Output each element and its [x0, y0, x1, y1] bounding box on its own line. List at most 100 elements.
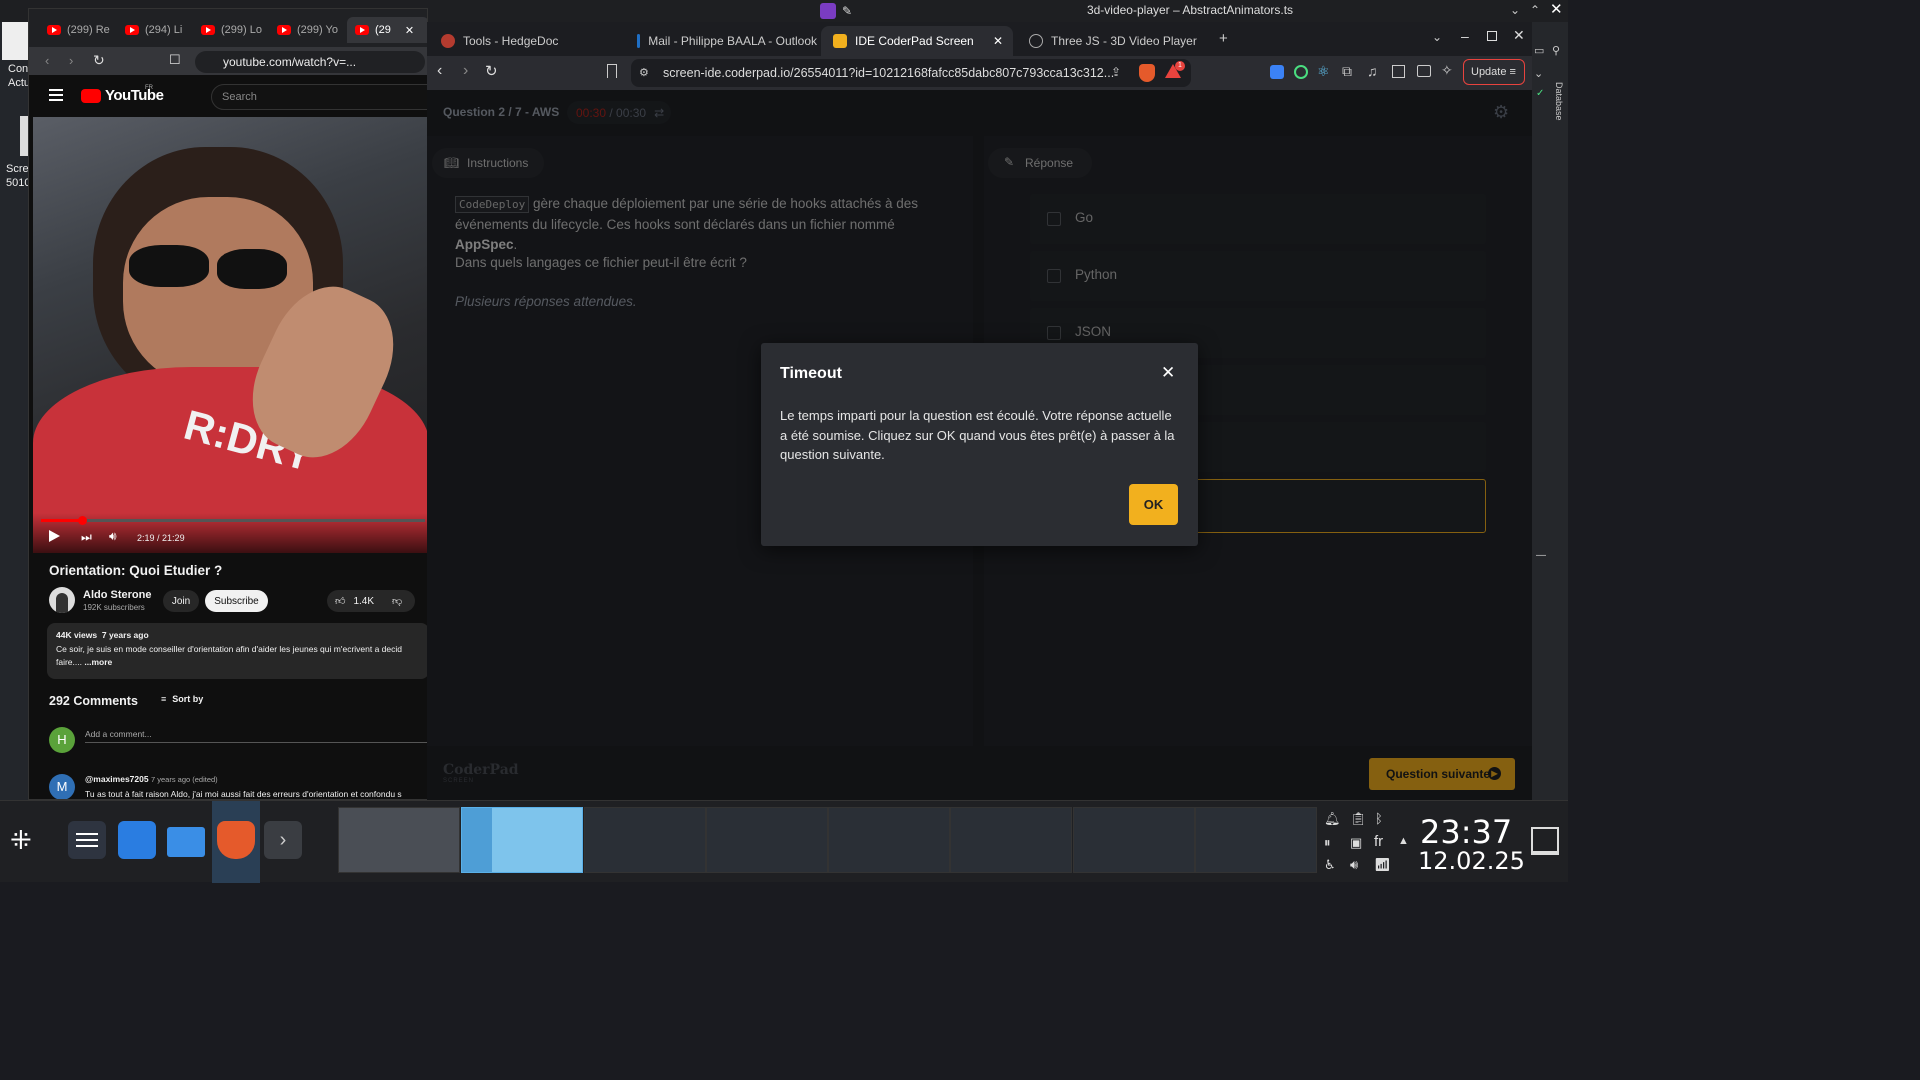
close-tab-icon[interactable]: ✕: [993, 34, 1003, 48]
close-window-icon[interactable]: ✕: [1513, 27, 1525, 44]
channel-name[interactable]: Aldo Sterone: [83, 589, 151, 601]
youtube-logo-text[interactable]: YouTube: [105, 87, 164, 104]
virtual-desktop-5[interactable]: [828, 807, 950, 873]
yt-tab[interactable]: (299) Re: [39, 17, 113, 43]
discover-store-icon[interactable]: [118, 821, 156, 859]
close-tab-icon[interactable]: ✕: [405, 24, 414, 37]
virtual-desktop-4[interactable]: [706, 807, 828, 873]
clock-date[interactable]: 12.02.25: [1418, 847, 1525, 875]
more-link[interactable]: ...more: [84, 657, 112, 667]
yt-tab[interactable]: (299) Lo: [193, 17, 267, 43]
database-panel-label[interactable]: Database: [1554, 82, 1564, 121]
channel-avatar[interactable]: [49, 587, 75, 613]
join-button[interactable]: Join: [163, 590, 199, 612]
tab-coderpad[interactable]: IDE CoderPad Screen ✕: [821, 26, 1013, 56]
video-progress-track[interactable]: [41, 519, 425, 522]
thumb-down-icon[interactable]: 👎︎: [392, 595, 402, 607]
brave-shields-icon[interactable]: [1139, 64, 1155, 82]
yt-tab-active[interactable]: (29 ✕: [347, 17, 427, 43]
virtual-desktop-6[interactable]: [950, 807, 1072, 873]
terminal-icon[interactable]: ›: [264, 821, 302, 859]
music-icon[interactable]: ♫: [1367, 63, 1378, 79]
forward-icon[interactable]: ›: [463, 62, 468, 80]
extension-icon[interactable]: [1270, 65, 1284, 79]
video-description-box[interactable]: 44K views 7 years ago Ce soir, je suis e…: [47, 623, 427, 679]
tab-search-icon[interactable]: ⌄: [1432, 30, 1442, 44]
file-manager-icon[interactable]: [167, 827, 205, 857]
sort-icon: ≡: [161, 694, 167, 704]
like-count[interactable]: 1.4K: [353, 596, 374, 607]
bluetooth-icon[interactable]: ᛒ: [1375, 811, 1383, 826]
accessibility-icon[interactable]: ♿︎: [1324, 857, 1336, 873]
sidebar-icon[interactable]: [1392, 65, 1405, 78]
ok-button[interactable]: OK: [1129, 484, 1178, 525]
pin-icon[interactable]: ✎: [842, 4, 852, 18]
extensions-puzzle-icon[interactable]: ⧉: [1342, 63, 1352, 80]
wallet-icon[interactable]: [1417, 65, 1431, 77]
close-dialog-icon[interactable]: ✕: [1161, 363, 1175, 383]
share-icon[interactable]: ⇪: [1111, 65, 1121, 79]
youtube-search-input[interactable]: Search: [211, 84, 427, 110]
close-window-icon[interactable]: ✕: [1550, 0, 1563, 18]
minimize-icon[interactable]: –: [1461, 28, 1469, 44]
bookmark-icon[interactable]: ☐: [169, 52, 181, 68]
update-button[interactable]: Update ≡: [1463, 59, 1525, 85]
video-player[interactable]: R:DRY ⏭ 🔊︎ 2:19 / 21:29: [33, 117, 427, 553]
tab-hedgedoc[interactable]: Tools - HedgeDoc: [429, 26, 619, 56]
virtual-desktop-1[interactable]: [338, 807, 460, 873]
youtube-url-field[interactable]: youtube.com/watch?v=...: [195, 51, 425, 73]
virtual-desktop-7[interactable]: [1073, 807, 1195, 873]
subscribe-button[interactable]: Subscribe: [205, 590, 268, 612]
sort-by-button[interactable]: ≡ Sort by: [161, 694, 203, 704]
virtual-desktop-2-active[interactable]: [461, 807, 583, 873]
tab-outlook[interactable]: Mail - Philippe BAALA - Outlook: [625, 26, 817, 56]
yt-tab[interactable]: (299) Yo: [269, 17, 343, 43]
react-devtools-icon[interactable]: ⚛: [1317, 63, 1330, 80]
chevron-down-icon[interactable]: ⌄: [1510, 3, 1520, 17]
layout-icon[interactable]: ▭: [1534, 44, 1544, 57]
notifications-icon[interactable]: 🔔︎: [1324, 811, 1341, 827]
new-tab-icon[interactable]: +: [1219, 30, 1228, 47]
forward-icon[interactable]: ›: [69, 53, 73, 68]
app-launcher-icon[interactable]: ⁜: [10, 825, 32, 856]
extension-icon[interactable]: [1294, 65, 1308, 79]
thumb-up-icon[interactable]: 👍︎: [335, 595, 345, 607]
collapse-icon[interactable]: —: [1536, 550, 1546, 561]
media-pause-icon[interactable]: ⏸: [1324, 835, 1331, 851]
video-progress-handle[interactable]: [78, 516, 87, 525]
keyboard-layout[interactable]: fr: [1374, 833, 1383, 850]
clipboard-icon[interactable]: 📋︎: [1350, 811, 1367, 827]
screenshot-icon[interactable]: ▣: [1350, 835, 1362, 851]
chevron-down-icon[interactable]: ⌄: [1534, 67, 1543, 80]
search-icon[interactable]: ⚲: [1552, 44, 1560, 57]
reload-icon[interactable]: ↻: [93, 52, 105, 69]
chevron-up-icon[interactable]: ⌃: [1530, 3, 1540, 17]
leo-ai-icon[interactable]: ✧: [1441, 62, 1453, 79]
menu-icon[interactable]: [49, 89, 63, 91]
url-field[interactable]: screen-ide.coderpad.io/26554011?id=10212…: [631, 59, 1191, 87]
app-icon[interactable]: [820, 3, 836, 19]
next-icon[interactable]: ⏭: [81, 530, 92, 545]
back-icon[interactable]: ‹: [45, 53, 49, 68]
brave-browser-icon[interactable]: [217, 821, 255, 859]
bookmark-icon[interactable]: [607, 64, 617, 78]
yt-tab[interactable]: (294) Li: [117, 17, 191, 43]
volume-icon[interactable]: 🔊︎: [1350, 857, 1358, 873]
virtual-desktop-3[interactable]: [584, 807, 706, 873]
show-desktop-icon[interactable]: [1531, 827, 1559, 855]
site-info-icon[interactable]: ⚙: [639, 66, 649, 79]
maximize-icon[interactable]: [1487, 31, 1497, 41]
add-comment-input[interactable]: Add a comment...: [85, 729, 427, 743]
system-settings-icon[interactable]: [68, 821, 106, 859]
youtube-logo-icon[interactable]: [81, 89, 101, 103]
back-icon[interactable]: ‹: [437, 62, 442, 80]
wifi-icon[interactable]: 📶︎: [1374, 857, 1391, 873]
virtual-desktop-8[interactable]: [1195, 807, 1317, 873]
reload-icon[interactable]: ↻: [485, 62, 498, 80]
clock-time[interactable]: 23:37: [1420, 813, 1512, 851]
volume-icon[interactable]: 🔊︎: [109, 529, 117, 544]
comment-author[interactable]: @maximes7205 7 years ago (edited): [85, 774, 218, 784]
play-icon[interactable]: [49, 530, 60, 542]
tray-expand-icon[interactable]: ▲: [1398, 835, 1409, 847]
tab-threejs[interactable]: Three JS - 3D Video Player: [1017, 26, 1207, 56]
